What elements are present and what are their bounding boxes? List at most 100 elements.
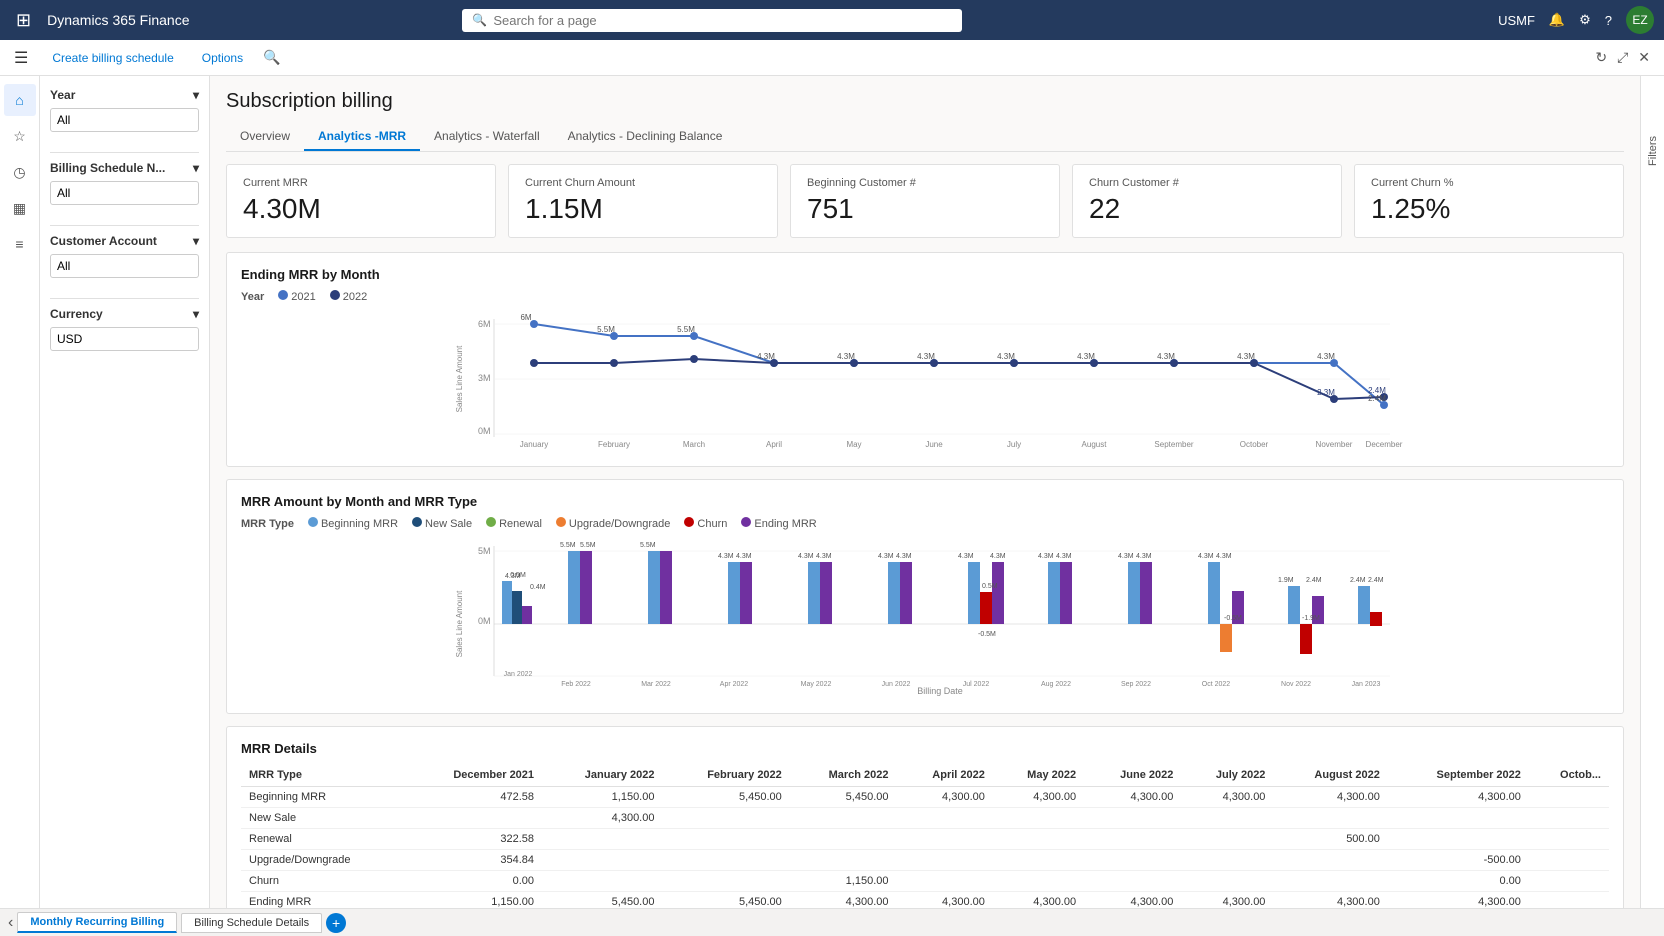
- data-cell: 4,300.00: [1273, 787, 1387, 808]
- year-filter-label[interactable]: Year ▾: [50, 88, 199, 102]
- legend-ending-mrr: Ending MRR: [741, 517, 816, 530]
- customer-account-filter-label[interactable]: Customer Account ▾: [50, 234, 199, 248]
- right-panel-filters-label[interactable]: Filters: [1647, 136, 1659, 166]
- mrr-type-cell: Renewal: [241, 829, 406, 850]
- currency-filter-label[interactable]: Currency ▾: [50, 307, 199, 321]
- open-new-icon[interactable]: ⤢: [1617, 49, 1628, 66]
- data-cell: 500.00: [1273, 829, 1387, 850]
- close-icon[interactable]: ✕: [1638, 49, 1650, 66]
- svg-text:4.3M: 4.3M: [878, 553, 894, 560]
- search-input[interactable]: [493, 13, 952, 28]
- data-cell: [1273, 850, 1387, 871]
- svg-text:Oct 2022: Oct 2022: [1202, 681, 1231, 688]
- data-cell: [790, 829, 897, 850]
- svg-text:December: December: [1366, 440, 1403, 449]
- data-cell: [542, 850, 662, 871]
- tab-analytics-mrr[interactable]: Analytics -MRR: [304, 123, 420, 151]
- currency-filter-select[interactable]: USDEURGBP: [50, 327, 199, 351]
- create-billing-schedule-button[interactable]: Create billing schedule: [40, 47, 185, 69]
- add-tab-button[interactable]: +: [326, 913, 346, 933]
- notification-bell-icon[interactable]: 🔔: [1549, 12, 1565, 28]
- kpi-churn-pct-value: 1.25%: [1371, 193, 1607, 225]
- svg-text:4.3M: 4.3M: [1118, 553, 1134, 560]
- refresh-icon[interactable]: ↻: [1595, 49, 1607, 66]
- prev-tab-icon[interactable]: ‹: [8, 914, 13, 932]
- legend-renewal: Renewal: [486, 517, 542, 530]
- mrr-details-table-container[interactable]: MRR Type December 2021 January 2022 Febr…: [241, 764, 1609, 913]
- data-cell: 322.58: [406, 829, 542, 850]
- home-icon[interactable]: ⌂: [4, 84, 36, 116]
- col-apr-2022: April 2022: [897, 764, 993, 787]
- billing-schedule-filter-label[interactable]: Billing Schedule N... ▾: [50, 161, 199, 175]
- kpi-churn-pct-title: Current Churn %: [1371, 177, 1607, 189]
- data-cell: [1181, 871, 1273, 892]
- help-icon[interactable]: ?: [1605, 13, 1612, 28]
- svg-text:Jan 2023: Jan 2023: [1352, 681, 1381, 688]
- legend-upgrade-downgrade: Upgrade/Downgrade: [556, 517, 671, 530]
- svg-text:September: September: [1154, 440, 1193, 449]
- svg-text:4.3M: 4.3M: [798, 553, 814, 560]
- data-cell: 1,150.00: [790, 871, 897, 892]
- svg-text:2.4M: 2.4M: [1368, 577, 1384, 584]
- svg-text:4.3M: 4.3M: [896, 553, 912, 560]
- svg-text:2.4M: 2.4M: [1368, 394, 1386, 403]
- mrr-type-cell: Beginning MRR: [241, 787, 406, 808]
- svg-text:4.3M: 4.3M: [816, 553, 832, 560]
- svg-text:4.3M: 4.3M: [1216, 553, 1232, 560]
- settings-gear-icon[interactable]: ⚙: [1579, 12, 1591, 28]
- svg-text:April: April: [766, 440, 782, 449]
- data-cell: [897, 871, 993, 892]
- tab-billing-schedule-details[interactable]: Billing Schedule Details: [181, 913, 322, 933]
- tab-monthly-recurring-billing[interactable]: Monthly Recurring Billing: [17, 912, 177, 933]
- svg-text:February: February: [598, 440, 630, 449]
- customer-account-filter-select[interactable]: All: [50, 254, 199, 278]
- svg-text:5.5M: 5.5M: [560, 542, 576, 549]
- waffle-icon[interactable]: ⊞: [10, 10, 37, 31]
- svg-text:June: June: [925, 440, 943, 449]
- svg-text:5.5M: 5.5M: [597, 325, 615, 334]
- customer-chevron-icon: ▾: [193, 234, 199, 248]
- data-cell: [1388, 829, 1529, 850]
- svg-text:4.3M: 4.3M: [1157, 352, 1175, 361]
- data-cell: 5,450.00: [662, 787, 789, 808]
- user-label[interactable]: USMF: [1498, 13, 1535, 28]
- svg-text:-0.5M: -0.5M: [978, 631, 996, 638]
- ending-mrr-chart-section: Ending MRR by Month Year 2021 2022 6M 3M…: [226, 252, 1624, 467]
- favorites-icon[interactable]: ☆: [4, 120, 36, 152]
- search-page-icon[interactable]: 🔍: [263, 49, 280, 66]
- year-filter-select[interactable]: All20212022: [50, 108, 199, 132]
- svg-text:Aug 2022: Aug 2022: [1041, 681, 1071, 688]
- mrr-table-header-row: MRR Type December 2021 January 2022 Febr…: [241, 764, 1609, 787]
- filters-sidebar: Year ▾ All20212022 Billing Schedule N...…: [40, 76, 210, 936]
- options-button[interactable]: Options: [190, 47, 255, 69]
- modules-icon[interactable]: ≡: [4, 228, 36, 260]
- mrr-by-month-chart-section: MRR Amount by Month and MRR Type MRR Typ…: [226, 479, 1624, 714]
- nav-menu-icon[interactable]: ☰: [14, 48, 28, 68]
- data-cell: [1084, 850, 1181, 871]
- recent-icon[interactable]: ◷: [4, 156, 36, 188]
- mrr-type-cell: Churn: [241, 871, 406, 892]
- svg-text:Nov 2022: Nov 2022: [1281, 681, 1311, 688]
- kpi-churn-amount: Current Churn Amount 1.15M: [508, 164, 778, 238]
- table-row: Churn 0.00 1,150.00 0.00: [241, 871, 1609, 892]
- svg-text:4.3M: 4.3M: [736, 553, 752, 560]
- billing-schedule-filter-select[interactable]: All: [50, 181, 199, 205]
- search-bar[interactable]: 🔍: [462, 9, 962, 32]
- tab-analytics-declining-balance[interactable]: Analytics - Declining Balance: [554, 123, 737, 151]
- workspaces-icon[interactable]: ▦: [4, 192, 36, 224]
- svg-text:4.3M: 4.3M: [1237, 352, 1255, 361]
- tab-overview[interactable]: Overview: [226, 123, 304, 151]
- year-chevron-icon: ▾: [193, 88, 199, 102]
- right-filters-panel: Filters: [1640, 76, 1664, 936]
- data-cell: [1529, 808, 1609, 829]
- svg-text:4.3M: 4.3M: [1136, 553, 1152, 560]
- svg-text:-1.9M: -1.9M: [1302, 615, 1320, 622]
- col-jul-2022: July 2022: [1181, 764, 1273, 787]
- svg-text:Sep 2022: Sep 2022: [1121, 681, 1151, 688]
- mrr-by-month-legend: MRR Type Beginning MRR New Sale Renewal …: [241, 517, 1609, 530]
- tab-analytics-waterfall[interactable]: Analytics - Waterfall: [420, 123, 554, 151]
- svg-text:6M: 6M: [520, 313, 531, 322]
- user-avatar[interactable]: EZ: [1626, 6, 1654, 34]
- svg-text:2.4M: 2.4M: [1306, 577, 1322, 584]
- svg-text:May: May: [846, 440, 861, 449]
